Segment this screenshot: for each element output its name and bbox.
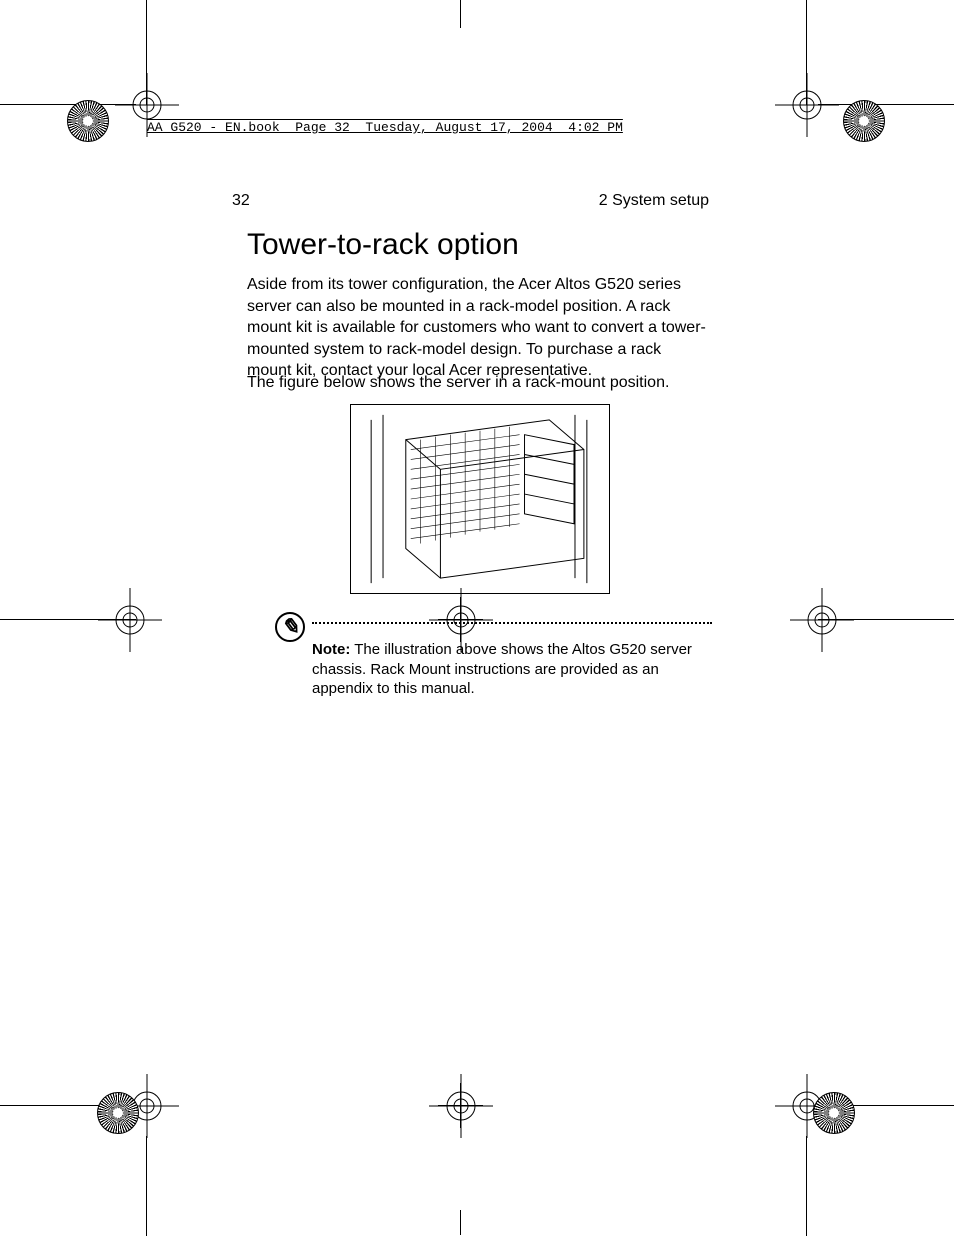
note-text: Note: The illustration above shows the A… [312,640,697,699]
note-icon: ✎ [275,612,305,642]
note-divider [312,622,712,624]
heading-tower-to-rack: Tower-to-rack option [247,228,519,262]
section-label: 2 System setup [599,192,709,210]
note-label: Note: [312,641,350,658]
server-rack-illustration [350,404,610,594]
paragraph-2: The figure below shows the server in a r… [247,372,707,394]
frame-header-stamp: AA G520 - EN.book Page 32 Tuesday, Augus… [147,120,623,135]
note-body: The illustration above shows the Altos G… [312,641,692,697]
page-number: 32 [232,192,250,210]
paragraph-1: Aside from its tower configuration, the … [247,274,707,382]
